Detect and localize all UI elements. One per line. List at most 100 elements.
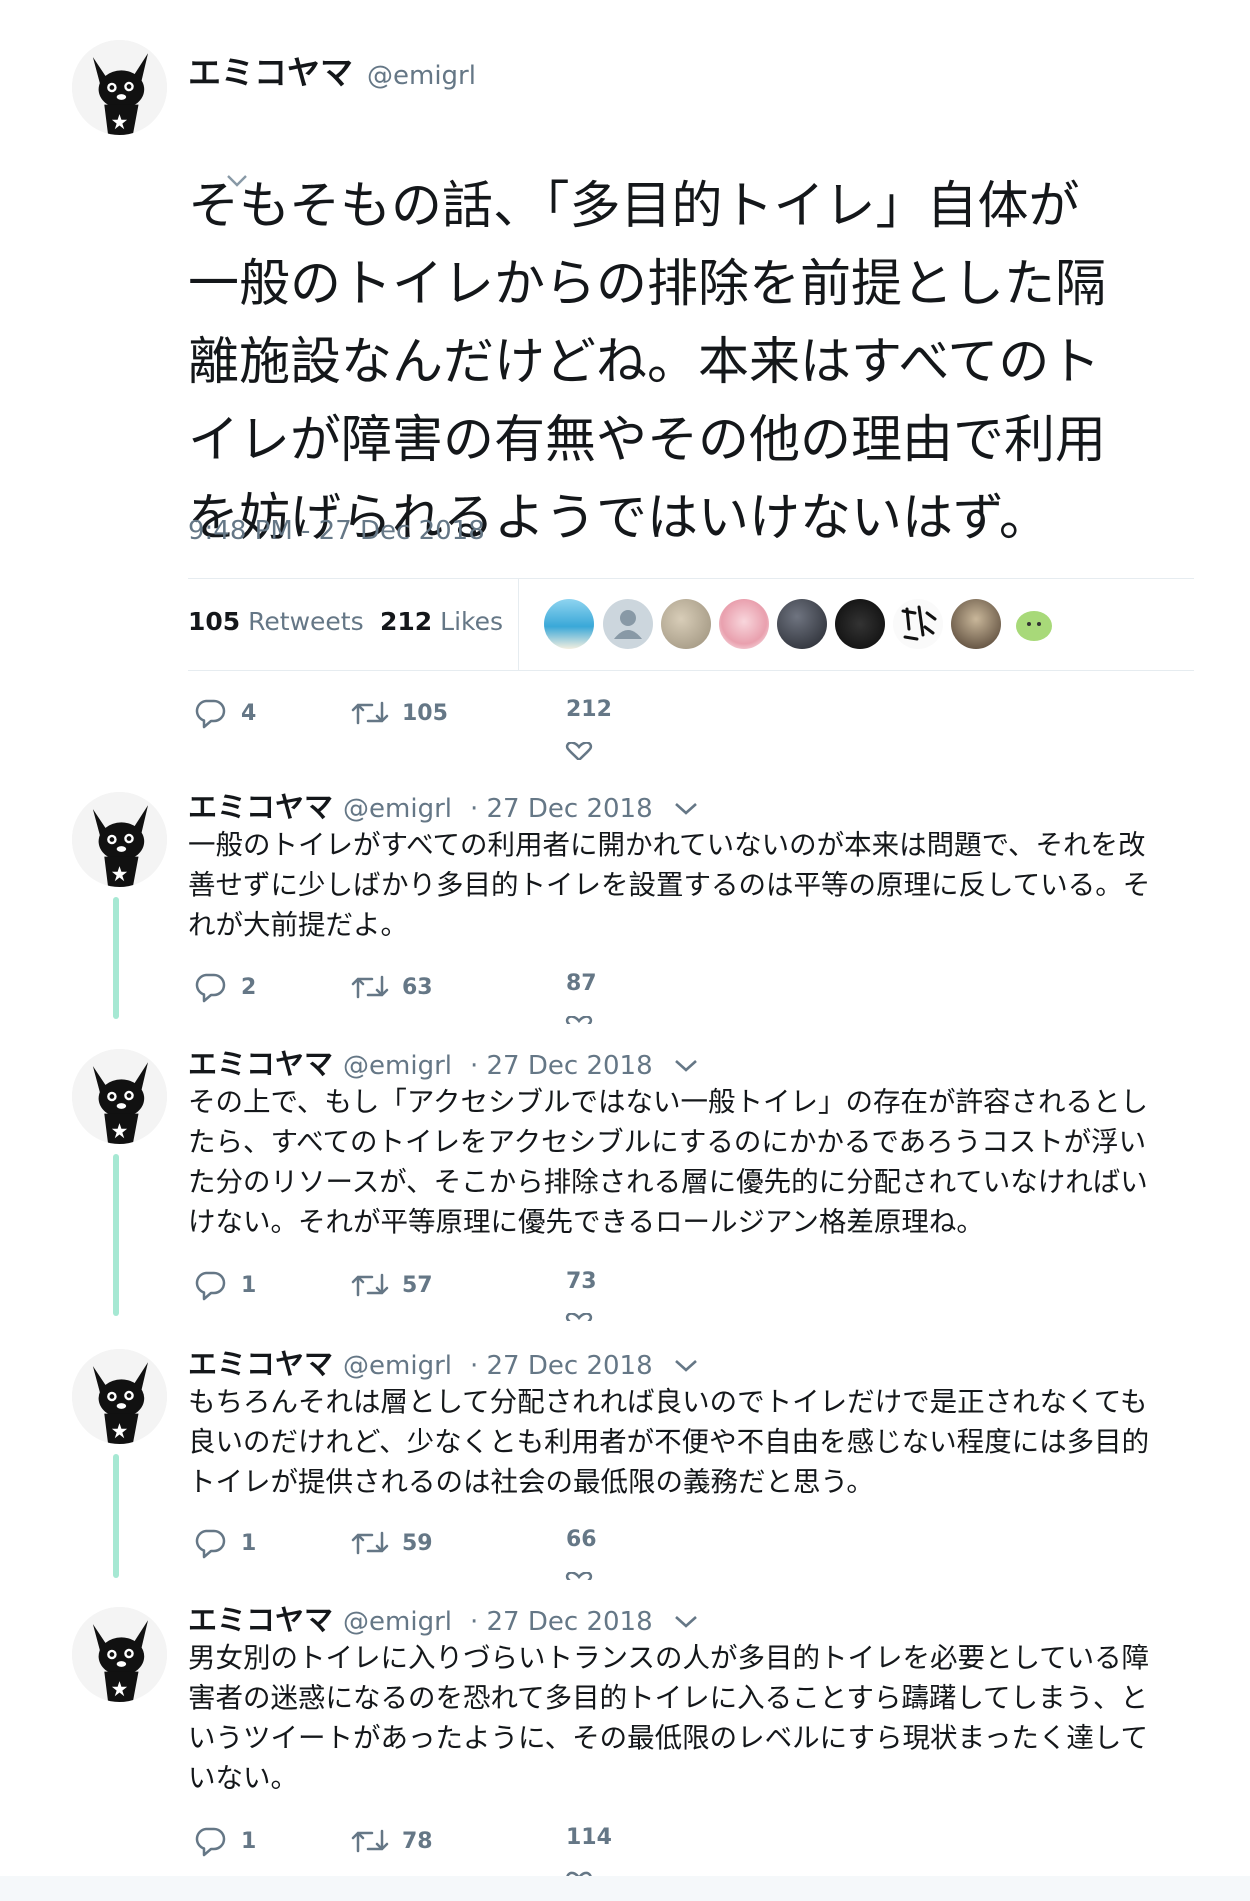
likes-stat[interactable]: 212 Likes (380, 607, 503, 636)
retweet-count: 59 (402, 1530, 433, 1556)
reply-text-line: 善せずに少しばかり多目的トイレを設置するのは平等の原理に反している。そ (188, 869, 1151, 901)
green-mascot-icon (1016, 611, 1052, 641)
reply-heart-icon[interactable] (563, 1572, 595, 1580)
reply-retweet-action[interactable]: 78 (350, 1825, 433, 1857)
reply-retweet-action[interactable]: 57 (350, 1269, 433, 1301)
main-retweet-action[interactable]: 105 (350, 697, 448, 729)
reply-count: 1 (241, 1530, 257, 1556)
reply-date[interactable]: · 27 Dec 2018 (470, 794, 653, 824)
main-text-line: そもそもの話、「多目的トイレ」自体が (188, 177, 1080, 236)
retweet-count: 63 (402, 974, 433, 1000)
reply-author-name[interactable]: エミコヤマ (188, 1597, 333, 1639)
reply-icon (195, 699, 226, 729)
reply-text: その上で、もし「アクセシブルではない一般トイレ」の存在が許容されるとし たら、す… (188, 1082, 1178, 1242)
reply-author-handle[interactable]: @emigrl (343, 794, 452, 824)
bottom-strip (0, 1876, 1250, 1901)
stats-divider-top (188, 578, 1194, 579)
thread-line (113, 897, 119, 1019)
main-author[interactable]: エミコヤマ @emigrl (188, 46, 476, 94)
chihuahua-avatar-icon (72, 1607, 167, 1702)
reply-text-line: たら、すべてのトイレをアクセシブルにするのにかかるであろうコストが浮い (188, 1126, 1147, 1158)
reply-count: 1 (241, 1272, 257, 1298)
liker-avatar[interactable] (777, 599, 827, 649)
reply-text-line: いうツイートがあったように、その最低限のレベルにすら現状まったく達して (188, 1722, 1149, 1754)
liker-avatar[interactable] (893, 599, 943, 649)
liker-avatar[interactable] (661, 599, 711, 649)
reply-caret-icon[interactable] (674, 1615, 698, 1629)
reply-icon (195, 1271, 226, 1301)
retweet-icon (351, 1829, 389, 1853)
reply-text-line: その上で、もし「アクセシブルではない一般トイレ」の存在が許容されるとし (188, 1086, 1149, 1118)
reply-reply-action[interactable]: 2 (193, 971, 256, 1003)
liker-avatar[interactable] (544, 599, 594, 649)
chihuahua-avatar-icon (72, 1049, 167, 1144)
reply-avatar[interactable] (72, 1049, 167, 1144)
thread-line (113, 1154, 119, 1316)
reply-caret-icon[interactable] (674, 802, 698, 816)
reply-like-action[interactable]: 73 (566, 1269, 597, 1294)
reply-date[interactable]: · 27 Dec 2018 (470, 1351, 653, 1381)
reply-avatar[interactable] (72, 792, 167, 887)
reply-count: 1 (241, 1828, 257, 1854)
retweet-icon (351, 701, 389, 725)
reply-author-handle[interactable]: @emigrl (343, 1351, 452, 1381)
reply-icon (195, 973, 226, 1003)
liker-avatar[interactable] (1009, 599, 1059, 649)
chihuahua-avatar-icon (72, 1349, 167, 1444)
reply-author-name[interactable]: エミコヤマ (188, 1341, 333, 1383)
retweet-count: 105 (402, 700, 448, 726)
reply-retweet-action[interactable]: 63 (350, 971, 433, 1003)
reply-reply-action[interactable]: 1 (193, 1825, 256, 1857)
reply-text-line: た分のリソースが、そこから排除される層に優先的に分配されていなければい (188, 1166, 1148, 1198)
like-count: 87 (566, 971, 597, 996)
reply-text: もちろんそれは層として分配されれば良いのでトイレだけで是正されなくても 良いのだ… (188, 1382, 1178, 1502)
reply-text-line: けない。それが平等原理に優先できるロールジアン格差原理ね。 (188, 1206, 984, 1238)
reply-date[interactable]: · 27 Dec 2018 (470, 1051, 653, 1081)
reply-count: 4 (241, 700, 257, 726)
reply-caret-icon[interactable] (674, 1059, 698, 1073)
reply-author-name[interactable]: エミコヤマ (188, 784, 333, 826)
reply-text: 男女別のトイレに入りづらいトランスの人が多目的トイレを必要としている障 害者の迷… (188, 1638, 1178, 1798)
reply-header: エミコヤマ @emigrl · 27 Dec 2018 (188, 1341, 653, 1383)
reply-avatar[interactable] (72, 1349, 167, 1444)
reply-author-handle[interactable]: @emigrl (343, 1051, 452, 1081)
reply-icon (195, 1529, 226, 1559)
retweet-count: 57 (402, 1272, 433, 1298)
main-text-line: イレが障害の有無やその他の理由で利用 (188, 411, 1107, 470)
reply-reply-action[interactable]: 1 (193, 1269, 256, 1301)
reply-like-action[interactable]: 66 (566, 1527, 597, 1552)
reply-author-handle[interactable]: @emigrl (343, 1607, 452, 1637)
retweet-count: 78 (402, 1828, 433, 1854)
main-like-action[interactable]: 212 (566, 697, 612, 722)
main-timestamp[interactable]: 9:48 PM - 27 Dec 2018 (188, 516, 485, 546)
reply-text: 一般のトイレがすべての利用者に開かれていないのが本来は問題で、それを改 善せずに… (188, 825, 1178, 945)
reply-avatar[interactable] (72, 1607, 167, 1702)
main-heart-icon[interactable] (563, 741, 595, 764)
main-avatar[interactable] (72, 40, 167, 135)
reply-text-line: 男女別のトイレに入りづらいトランスの人が多目的トイレを必要としている障 (188, 1642, 1150, 1674)
liker-avatar[interactable] (951, 599, 1001, 649)
reply-author-name[interactable]: エミコヤマ (188, 1041, 333, 1083)
reply-caret-icon[interactable] (674, 1359, 698, 1373)
retweets-stat[interactable]: 105 Retweets (188, 607, 364, 636)
reply-text-line: 害者の迷惑になるのを恐れて多目的トイレに入ることすら躊躇してしまう、と (188, 1682, 1149, 1714)
reply-text-line: れが大前提だよ。 (188, 909, 408, 941)
main-reply-action[interactable]: 4 (193, 697, 256, 729)
reply-like-action[interactable]: 87 (566, 971, 597, 996)
author-name[interactable]: エミコヤマ (188, 46, 353, 94)
retweet-icon (351, 1273, 389, 1297)
liker-avatar[interactable] (835, 599, 885, 649)
reply-text-line: もちろんそれは層として分配されれば良いのでトイレだけで是正されなくても (188, 1386, 1148, 1418)
liker-avatar[interactable] (603, 599, 653, 649)
retweets-count: 105 (188, 607, 241, 636)
reply-date[interactable]: · 27 Dec 2018 (470, 1607, 653, 1637)
reply-retweet-action[interactable]: 59 (350, 1527, 433, 1559)
reply-reply-action[interactable]: 1 (193, 1527, 256, 1559)
main-text-line: 離施設なんだけどね。本来はすべてのト (188, 333, 1101, 392)
liker-avatar[interactable] (719, 599, 769, 649)
author-handle[interactable]: @emigrl (367, 61, 476, 91)
reply-heart-icon[interactable] (563, 1016, 595, 1024)
default-avatar-icon (614, 610, 642, 639)
reply-like-action[interactable]: 114 (566, 1825, 612, 1850)
reply-heart-icon[interactable] (563, 1313, 595, 1321)
